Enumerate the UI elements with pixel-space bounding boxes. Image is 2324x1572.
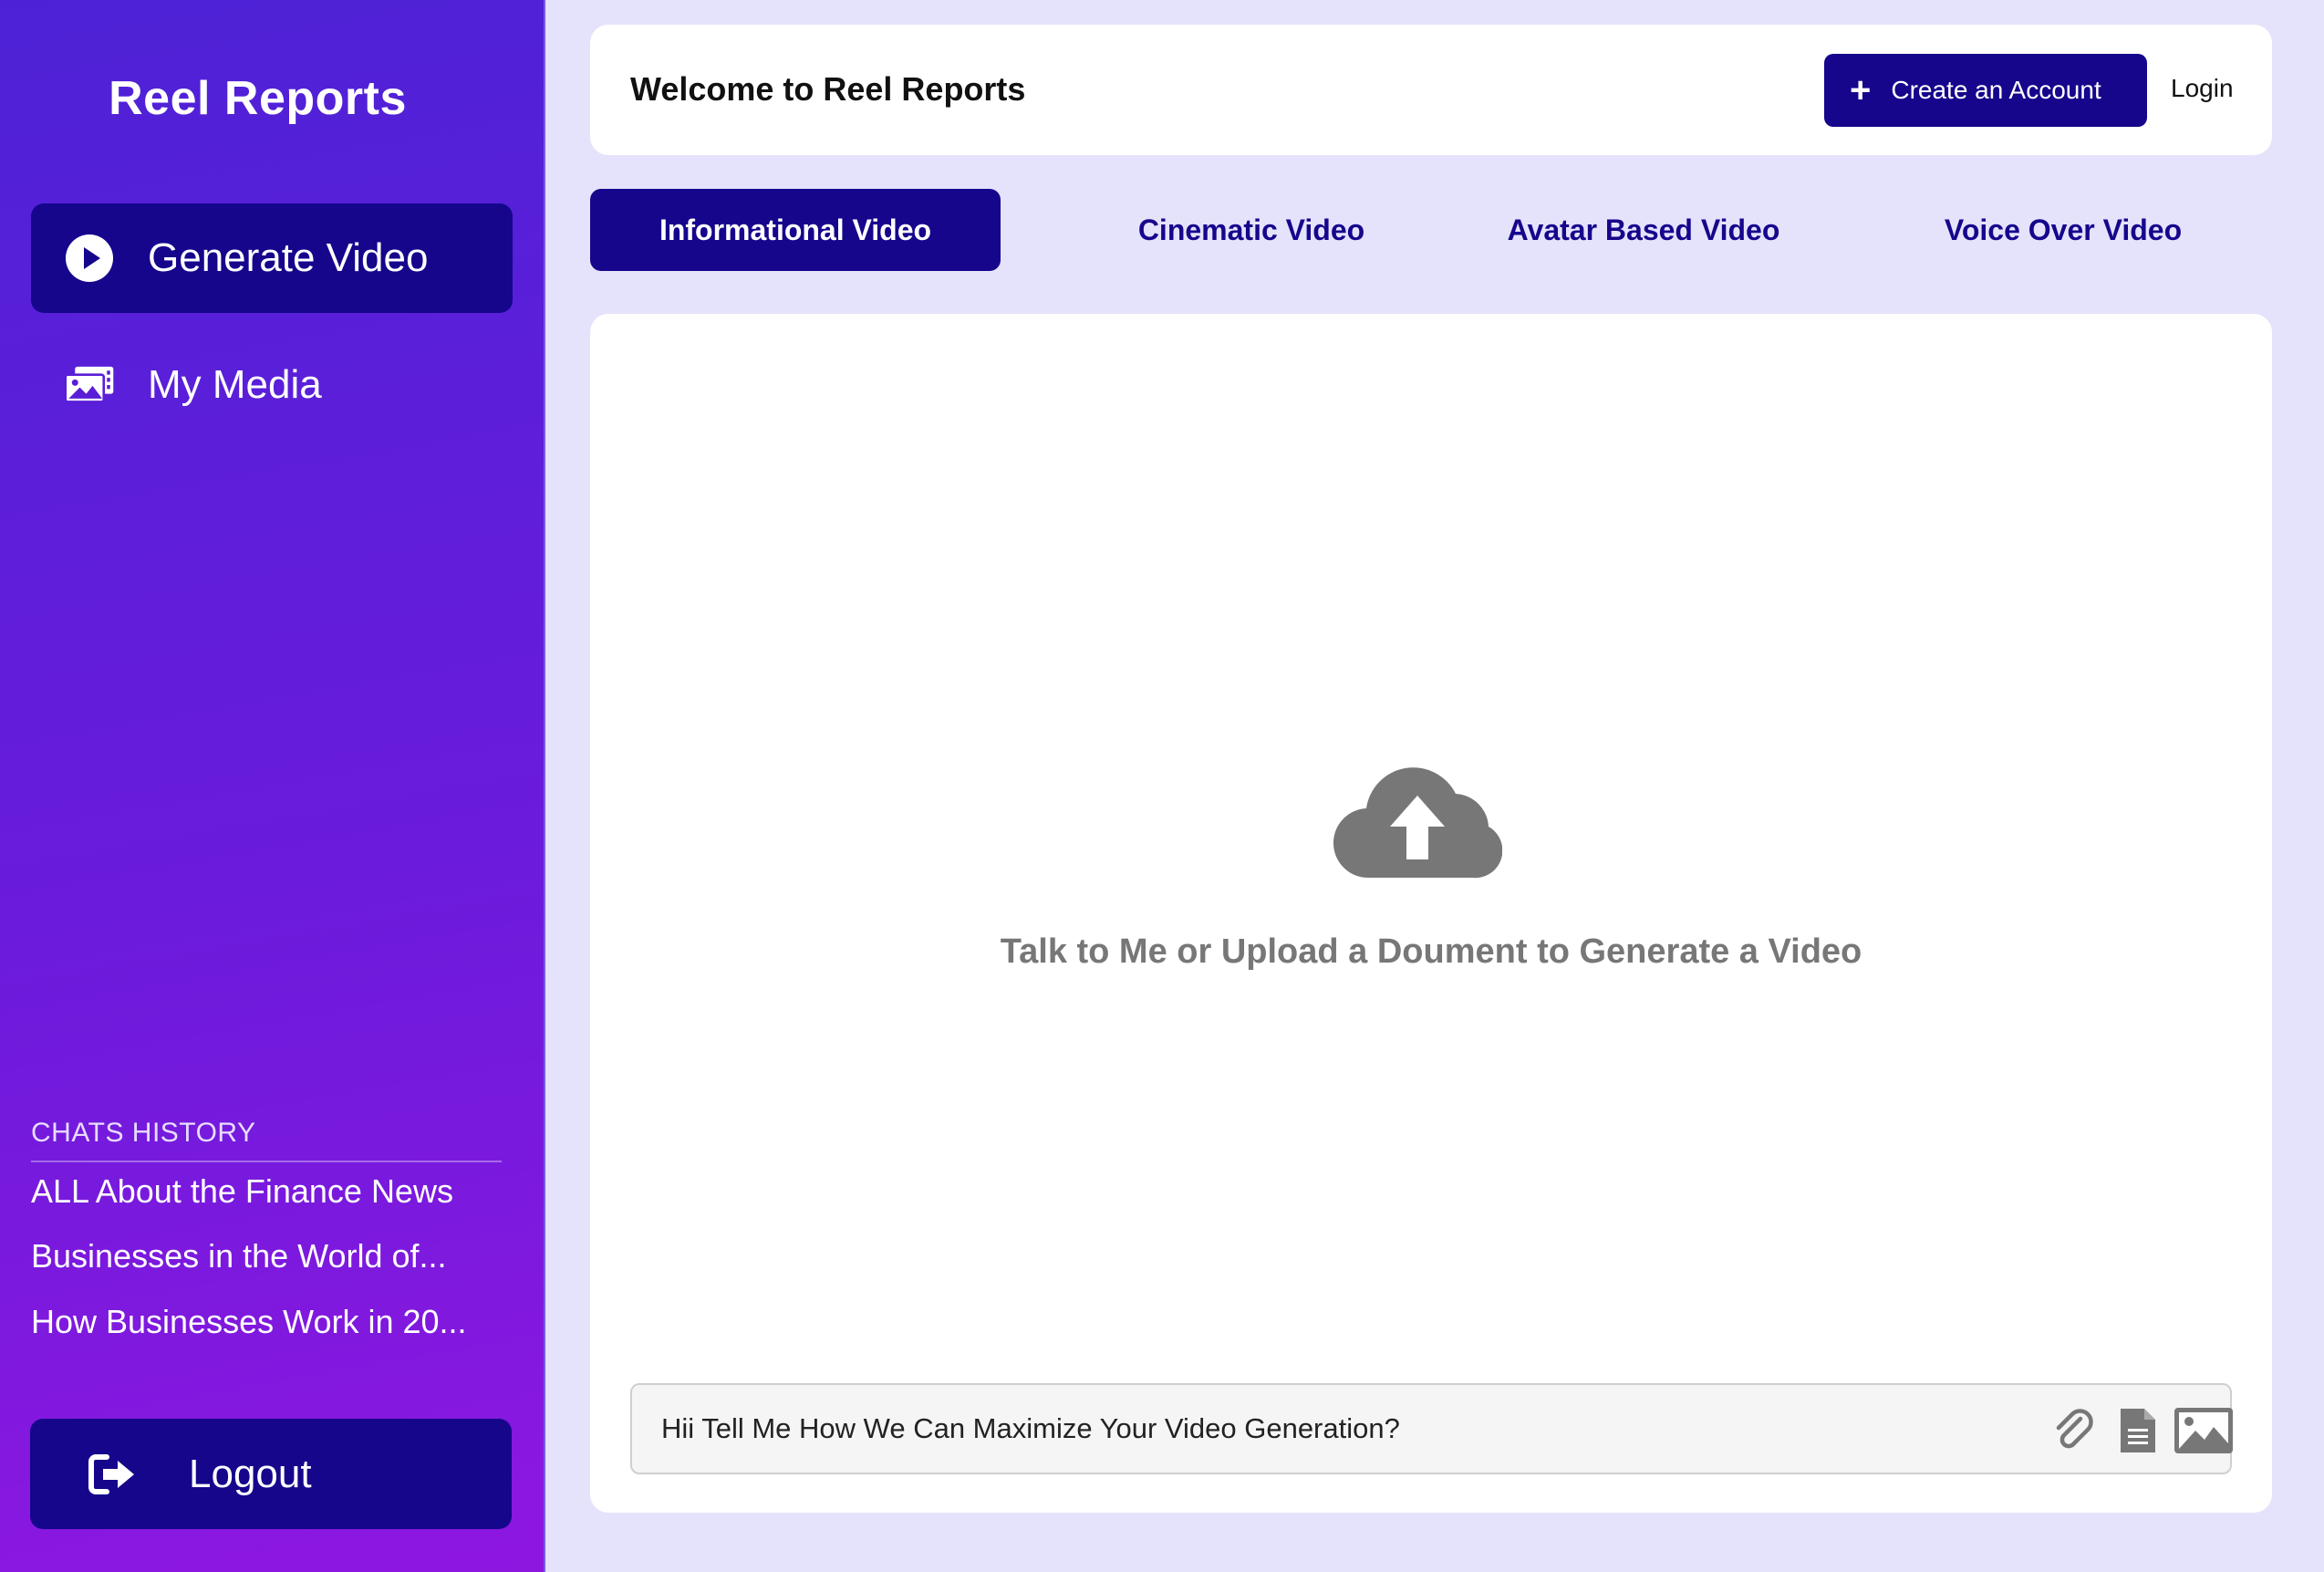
play-circle-icon — [64, 233, 115, 284]
chat-input[interactable] — [661, 1412, 1938, 1445]
video-type-tabs: Informational Video Cinematic Video Avat… — [590, 189, 2272, 271]
tab-voice-over-video[interactable]: Voice Over Video — [1904, 189, 2223, 271]
chat-input-bar — [630, 1383, 2234, 1474]
nav-item-generate-video[interactable]: Generate Video — [31, 203, 513, 313]
media-gallery-icon — [64, 359, 115, 411]
tab-avatar-based-video[interactable]: Avatar Based Video — [1484, 189, 1803, 271]
nav-item-my-media[interactable]: My Media — [31, 330, 513, 440]
cloud-upload-icon[interactable] — [1333, 761, 1503, 880]
brand-logo-text: Reel Reports — [109, 72, 407, 125]
divider — [31, 1161, 502, 1162]
logout-label: Logout — [189, 1451, 312, 1496]
login-link[interactable]: Login — [2171, 74, 2234, 103]
nav-item-label: Generate Video — [148, 235, 429, 280]
page-title: Welcome to Reel Reports — [630, 70, 1026, 108]
tab-informational-video[interactable]: Informational Video — [590, 189, 1001, 271]
create-account-label: Create an Account — [1891, 76, 2101, 104]
nav-item-label: My Media — [148, 362, 322, 407]
sidebar: Reel Reports Generate Video My Media CHA… — [0, 0, 545, 1572]
create-account-button[interactable]: + Create an Account — [1824, 54, 2147, 127]
top-header: Welcome to Reel Reports + Create an Acco… — [590, 25, 2272, 155]
chats-history-heading: CHATS HISTORY — [31, 1118, 256, 1148]
plus-icon: + — [1850, 70, 1872, 110]
paperclip-icon[interactable] — [2053, 1405, 2095, 1456]
logout-icon — [88, 1449, 140, 1500]
main-content-card: Talk to Me or Upload a Doument to Genera… — [590, 314, 2272, 1513]
chat-history-item[interactable]: How Businesses Work in 20... — [31, 1303, 502, 1341]
chat-history-item[interactable]: Businesses in the World of... — [31, 1237, 502, 1275]
chat-history-item[interactable]: ALL About the Finance News — [31, 1172, 502, 1211]
image-icon[interactable] — [2174, 1405, 2234, 1456]
upload-prompt-text: Talk to Me or Upload a Doument to Genera… — [1000, 932, 1862, 971]
logout-button[interactable]: Logout — [30, 1419, 512, 1529]
tab-cinematic-video[interactable]: Cinematic Video — [1101, 189, 1402, 271]
document-icon[interactable] — [2119, 1405, 2157, 1456]
